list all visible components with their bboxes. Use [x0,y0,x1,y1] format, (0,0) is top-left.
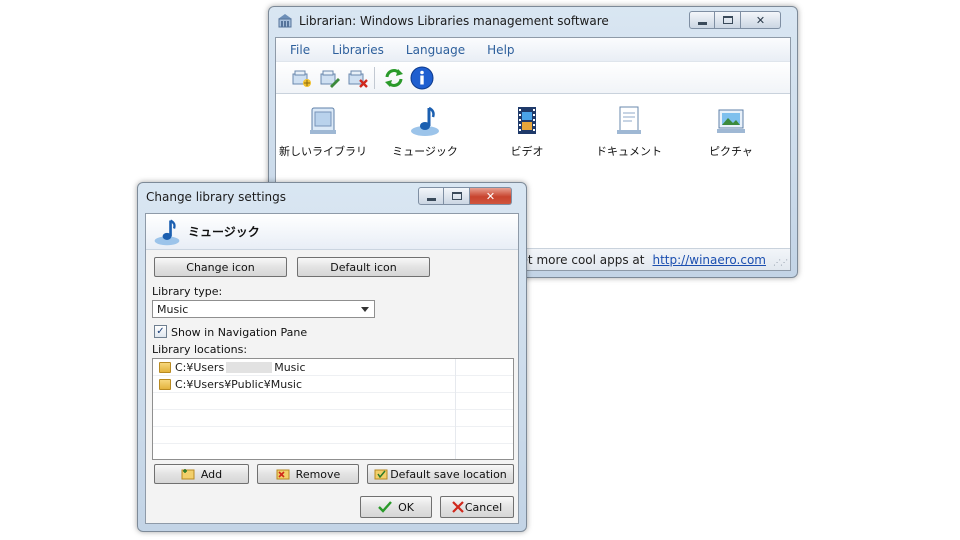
cancel-button[interactable]: Cancel [440,496,514,518]
default-save-location-button[interactable]: Default save location [367,464,514,484]
edit-library-icon [320,70,340,88]
menu-libraries[interactable]: Libraries [332,43,384,57]
list-item[interactable]: C:¥Users¥Public¥Music [153,376,513,393]
add-folder-icon [181,468,195,480]
redacted-username [226,361,273,373]
minimize-button[interactable] [689,11,715,29]
edit-library-button[interactable] [316,65,342,91]
library-locations-label: Library locations: [152,343,248,356]
refresh-icon [385,68,403,87]
close-button[interactable]: ✕ [741,11,781,29]
close-icon: ✕ [755,13,766,27]
library-item-pictures[interactable]: ピクチャ [686,104,776,159]
new-library-button[interactable] [288,65,314,91]
list-item[interactable]: C:¥Users Music [153,359,513,376]
about-button[interactable] [409,65,435,91]
list-item-empty [153,410,513,427]
chevron-down-icon [361,307,369,312]
cancel-x-icon [452,501,464,513]
dialog-window-controls: ✕ [418,187,512,205]
library-item-music[interactable]: ミュージック [380,104,470,159]
dialog-client-area: ミュージック Change icon Default icon Library … [145,213,519,524]
list-item-empty [153,393,513,410]
cancel-label: Cancel [464,500,503,514]
dialog-maximize-button[interactable] [444,187,470,205]
remove-location-button[interactable]: Remove [257,464,359,484]
library-item-documents[interactable]: ドキュメント [584,104,674,159]
library-label: 新しいライブラリ [279,145,367,158]
show-nav-checkbox[interactable]: ✓ [154,325,167,338]
folder-icon [159,378,171,390]
add-location-button[interactable]: Add [154,464,249,484]
folder-icon [159,361,171,373]
main-window-controls: ✕ [689,11,781,29]
library-type-select[interactable]: Music [152,300,375,318]
maximize-icon [722,16,733,24]
main-window-title: Librarian: Windows Libraries management … [299,14,609,28]
website-link[interactable]: http://winaero.com [653,253,767,267]
dialog-close-button[interactable]: ✕ [470,187,512,205]
library-name: ミュージック [188,225,260,239]
new-library-icon [292,70,311,87]
music-note-icon [154,219,180,245]
dialog-title: Change library settings [146,190,287,204]
app-icon [277,13,293,29]
ok-button[interactable]: OK [360,496,432,518]
default-icon-button[interactable]: Default icon [297,257,430,277]
minimize-icon [426,197,436,201]
change-library-dialog: Change library settings ✕ ミュージック Change … [137,182,527,532]
library-type-value: Music [157,302,189,316]
change-icon-button[interactable]: Change icon [154,257,287,277]
menu-file[interactable]: File [290,43,310,57]
library-item-new[interactable]: 新しいライブラリ [278,104,368,159]
menu-language[interactable]: Language [406,43,465,57]
library-label: ミュージック [392,145,458,158]
remove-folder-icon [276,468,290,480]
location-path-suffix: Music [274,360,306,374]
library-label: ドキュメント [596,145,662,158]
library-item-video[interactable]: ビデオ [482,104,572,159]
new-library-icon [310,107,336,134]
resize-grip-icon[interactable]: ⋰⋰ [773,258,788,267]
info-icon [410,66,434,89]
remove-label: Remove [295,467,341,481]
toolbar-separator [374,66,375,89]
picture-icon [717,109,745,133]
library-label: ビデオ [510,145,544,158]
location-path-prefix: C:¥Users¥Public¥Music [175,377,303,391]
maximize-button[interactable] [715,11,741,29]
minimize-icon [697,21,707,25]
menu-bar: File Libraries Language Help [276,38,790,62]
location-path-prefix: C:¥Users [175,360,225,374]
close-icon: ✕ [485,189,496,203]
column-divider [455,359,456,459]
checkmark-icon: ✓ [156,326,165,337]
maximize-icon [451,192,462,200]
film-icon [518,107,536,134]
show-nav-label: Show in Navigation Pane [171,326,308,339]
dialog-title-bar[interactable]: Change library settings ✕ [138,183,526,211]
dialog-library-header: ミュージック [146,214,518,250]
refresh-button[interactable] [381,65,407,91]
music-note-icon [411,106,439,136]
dialog-minimize-button[interactable] [418,187,444,205]
status-text: et more cool apps at [520,252,645,267]
delete-library-button[interactable] [344,65,370,91]
main-title-bar[interactable]: Librarian: Windows Libraries management … [269,7,797,35]
library-type-label: Library type: [152,285,223,298]
document-icon [617,106,641,134]
list-item-empty [153,427,513,444]
delete-library-icon [348,70,368,88]
save-folder-icon [374,468,388,480]
checkmark-icon [378,501,392,513]
locations-list[interactable]: C:¥Users Music C:¥Users¥Public¥Music [152,358,514,460]
default-save-label: Default save location [390,467,507,481]
add-label: Add [200,467,223,481]
ok-label: OK [398,500,414,514]
menu-help[interactable]: Help [487,43,514,57]
library-label: ピクチャ [709,145,753,158]
toolbar [276,62,790,94]
